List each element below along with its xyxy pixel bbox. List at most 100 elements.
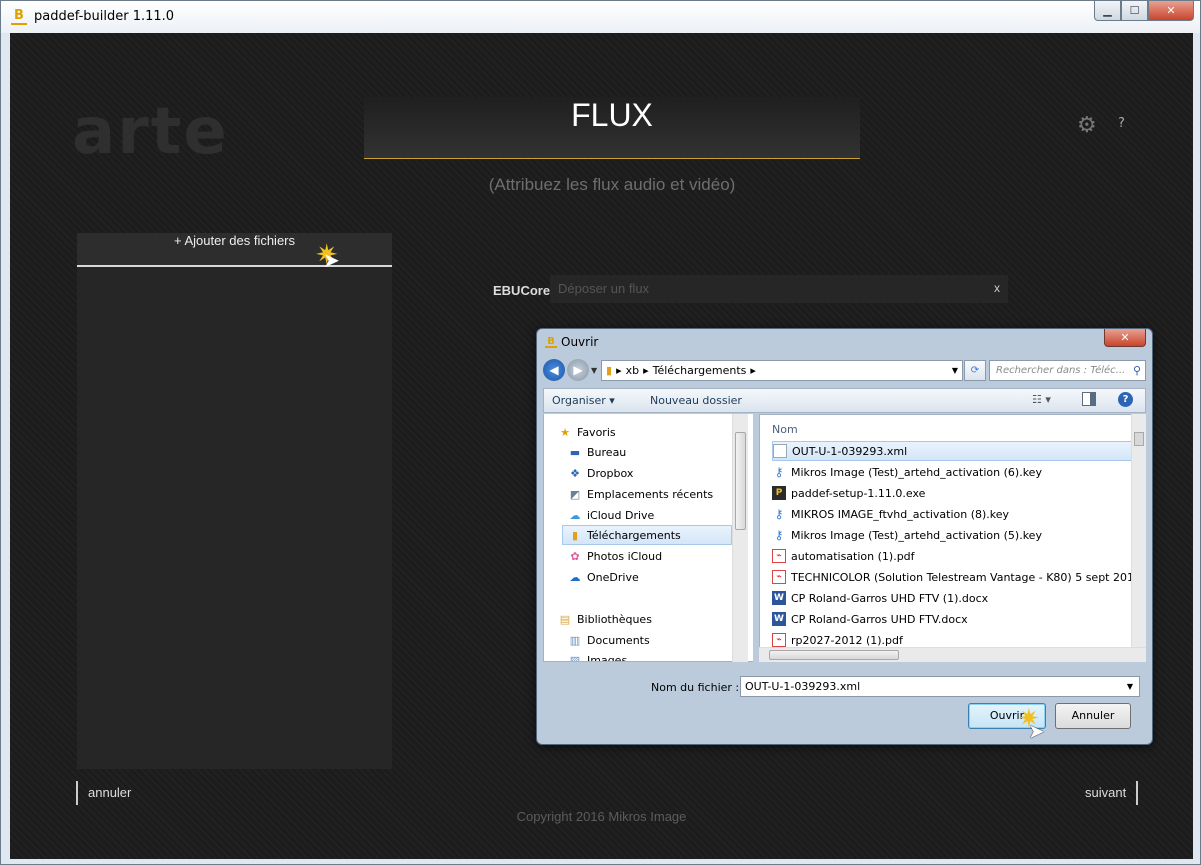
dialog-close-button[interactable]: ✕ [1104,329,1146,347]
address-bar[interactable]: ▮ ▸ xb ▸ Téléchargements ▸ ▼ [601,360,963,381]
file-row[interactable]: ⚷ Mikros Image (Test)_artehd_activation (… [772,525,1132,545]
chevron-down-icon[interactable]: ▼ [952,361,958,380]
file-row[interactable]: W CP Roland-Garros UHD FTV (1).docx [772,588,1132,608]
open-file-dialog: B Ouvrir ✕ ◀ ▶ ▼ ▮ ▸ xb ▸ Téléchargement… [536,328,1153,745]
maximize-icon: ☐ [1129,4,1140,17]
nav-icloud-drive[interactable]: ☁ iCloud Drive [568,505,655,525]
forward-button[interactable]: ▶ [567,359,589,381]
help-icon[interactable]: ? [1118,392,1133,407]
file-row[interactable]: ⚷ MIKROS IMAGE_ftvhd_activation (8).key [772,504,1132,524]
nav-images[interactable]: ▨ Images [568,650,627,662]
nav-downloads[interactable]: ▮ Téléchargements [562,525,732,545]
exe-file-icon: P [772,486,786,500]
new-folder-button[interactable]: Nouveau dossier [650,394,742,407]
ebucore-clear-button[interactable]: x [994,281,1000,295]
back-button[interactable]: ◀ [543,359,565,381]
view-options-icon[interactable]: ☷ ▾ [1032,393,1051,406]
minimize-icon: ▁ [1103,4,1112,17]
dialog-toolbar: Organiser ▾ Nouveau dossier ☷ ▾ ? [543,388,1146,413]
nav-libraries[interactable]: ▤ Bibliothèques [558,609,652,629]
minimize-button[interactable]: ▁ [1094,1,1121,21]
scroll-thumb[interactable] [1134,432,1144,446]
file-list: Nom OUT-U-1-039293.xml ⚷ Mikros Image (Te… [759,414,1146,662]
file-row[interactable]: Ppaddef-setup-1.11.0.exe [772,483,1132,503]
pdf-file-icon: ⌁ [772,633,786,647]
title-bar[interactable]: B paddef-builder 1.11.0 ▁ ☐ ✕ [1,1,1200,33]
close-icon: ✕ [1166,4,1176,17]
file-row[interactable]: ⌁ TECHNICOLOR (Solution Telestream Vantag… [772,567,1132,587]
breadcrumb-separator: ▸ [616,364,622,377]
file-row[interactable]: ⌁ automatisation (1).pdf [772,546,1132,566]
column-header-name[interactable]: Nom [772,423,798,436]
nav-icloud-photos[interactable]: ✿ Photos iCloud [568,546,662,566]
star-icon: ★ [560,425,570,439]
dropbox-icon: ❖ [570,466,580,480]
history-dropdown-icon[interactable]: ▼ [591,366,597,375]
organize-menu[interactable]: Organiser ▾ [552,394,615,407]
file-list-horizontal-scrollbar[interactable] [759,647,1146,662]
ebucore-drop-field[interactable]: Déposer un flux x [550,275,1008,303]
file-row[interactable]: W CP Roland-Garros UHD FTV.docx [772,609,1132,629]
copyright-text: Copyright 2016 Mikros Image [516,809,687,824]
dialog-title-bar[interactable]: B Ouvrir [545,335,598,349]
breadcrumb-separator: ▸ [643,364,649,377]
scroll-thumb[interactable] [769,650,899,660]
breadcrumb-downloads[interactable]: Téléchargements [653,361,747,380]
app-icon: B [11,9,27,25]
mouse-cursor-icon: ➤ [1028,719,1045,743]
key-file-icon: ⚷ [774,528,784,542]
ebucore-placeholder: Déposer un flux [558,281,650,296]
filename-value: OUT-U-1-039293.xml [745,680,861,693]
arte-logo: arte [72,95,229,169]
downloads-folder-icon: ▮ [571,528,579,542]
preview-pane-icon[interactable] [1082,392,1096,406]
file-row[interactable]: ⚷ Mikros Image (Test)_artehd_activation (… [772,462,1132,482]
pdf-file-icon: ⌁ [772,570,786,584]
breadcrumb-xb[interactable]: xb [626,361,640,380]
address-row: ◀ ▶ ▼ ▮ ▸ xb ▸ Téléchargements ▸ ▼ ⟳ Rec… [543,359,1146,383]
nav-dropbox[interactable]: ❖ Dropbox [568,463,633,483]
page-title: FLUX [571,97,653,133]
file-row[interactable]: OUT-U-1-039293.xml [772,441,1132,461]
app-window: B paddef-builder 1.11.0 ▁ ☐ ✕ arte FLUX … [0,0,1201,865]
help-button[interactable]: ? [1118,116,1125,131]
search-input[interactable]: Rechercher dans : Téléc... ⚲ [989,360,1146,381]
add-files-button[interactable]: + Ajouter des fichiers [77,233,392,267]
xml-file-icon [773,444,787,458]
word-file-icon: W [772,591,786,605]
add-files-label: + Ajouter des fichiers [173,233,296,248]
nav-onedrive[interactable]: ☁ OneDrive [568,567,639,587]
chevron-down-icon[interactable]: ▼ [1127,677,1133,696]
file-list-vertical-scrollbar[interactable] [1131,414,1146,648]
refresh-button[interactable]: ⟳ [964,360,986,381]
dialog-cancel-button[interactable]: Annuler [1055,703,1131,729]
dialog-app-icon: B [545,336,557,348]
nav-favorites[interactable]: ★ Favoris [558,422,616,442]
icloud-icon: ☁ [569,508,581,522]
page-header: FLUX [364,97,860,159]
window-controls: ▁ ☐ ✕ [1094,1,1194,23]
nav-recent-places[interactable]: ◩ Emplacements récents [568,484,713,504]
next-button[interactable]: suivant [1085,781,1139,805]
folder-icon: ▮ [606,364,613,377]
ebucore-label: EBUCore [493,283,551,298]
nav-desktop[interactable]: ▬ Bureau [568,442,626,462]
onedrive-icon: ☁ [569,570,581,584]
key-file-icon: ⚷ [774,507,784,521]
recent-places-icon: ◩ [569,487,581,501]
gear-icon[interactable]: ⚙ [1077,113,1097,138]
scroll-thumb[interactable] [735,432,746,530]
arrow-right-icon: ▶ [573,363,583,377]
arrow-left-icon: ◀ [549,363,559,377]
maximize-button[interactable]: ☐ [1121,1,1148,21]
search-icon[interactable]: ⚲ [1133,361,1141,380]
key-file-icon: ⚷ [774,465,784,479]
search-placeholder: Rechercher dans : Téléc... [996,365,1126,376]
filename-input[interactable]: OUT-U-1-039293.xml ▼ [740,676,1140,697]
close-button[interactable]: ✕ [1148,1,1194,21]
cancel-button[interactable]: annuler [76,781,131,805]
pdf-file-icon: ⌁ [772,549,786,563]
documents-icon: ▥ [569,633,581,647]
navigation-scrollbar[interactable] [732,414,748,662]
nav-documents[interactable]: ▥ Documents [568,630,650,650]
